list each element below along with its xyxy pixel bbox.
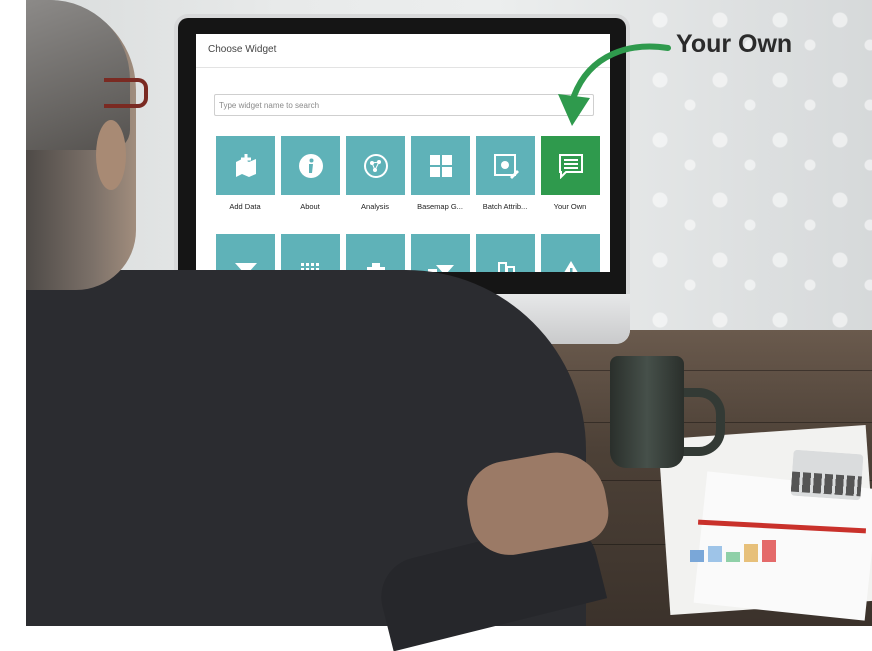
person-ear <box>96 120 126 190</box>
calculator <box>790 449 864 501</box>
basemap-gallery-icon <box>430 155 452 177</box>
widget-search-field[interactable] <box>214 94 594 116</box>
widget-label-basemap-gallery: Basemap G... <box>417 202 463 211</box>
widget-tile-your-own[interactable] <box>541 136 600 195</box>
widget-tile-warning[interactable] <box>541 234 600 272</box>
eyeglasses <box>104 78 148 108</box>
widget-tile-filter[interactable] <box>216 234 275 272</box>
info-icon <box>299 154 323 178</box>
filter-layers-icon <box>428 265 454 272</box>
widget-tile-city[interactable] <box>476 234 535 272</box>
photo-scene: Choose Widget Type widget name to search… <box>0 0 872 651</box>
list-icon <box>559 154 583 179</box>
widget-tile-grid[interactable] <box>281 234 340 272</box>
widget-tile-about[interactable] <box>281 136 340 195</box>
add-data-icon <box>236 154 256 177</box>
widget-tile-filter-layers[interactable] <box>411 234 470 272</box>
widget-tile-basemap-gallery[interactable] <box>411 136 470 195</box>
paper-bar-chart <box>690 540 776 562</box>
grid-dots-icon <box>301 263 319 271</box>
widget-label-batch-attribute: Batch Attrib... <box>482 202 528 211</box>
widget-label-about: About <box>300 202 320 211</box>
callout-arrow-icon <box>558 43 671 126</box>
dialog-title: Choose Widget <box>208 44 277 55</box>
widget-tile-clipboard[interactable] <box>346 234 405 272</box>
coffee-mug <box>610 356 684 468</box>
warning-icon <box>564 261 578 272</box>
analysis-icon <box>364 154 388 178</box>
widget-label-analysis: Analysis <box>361 202 389 211</box>
city-icon <box>498 262 515 272</box>
widget-search-input[interactable] <box>215 96 593 115</box>
filter-icon <box>235 263 257 272</box>
clipboard-icon <box>367 263 385 272</box>
widget-tile-batch-attribute[interactable] <box>476 136 535 195</box>
widget-label-your-own: Your Own <box>553 202 587 211</box>
widget-tile-add-data[interactable] <box>216 136 275 195</box>
widget-label-add-data: Add Data <box>229 202 261 211</box>
widget-tile-analysis[interactable] <box>346 136 405 195</box>
callout-label: Your Own <box>676 30 793 58</box>
batch-attribute-icon <box>494 154 519 179</box>
